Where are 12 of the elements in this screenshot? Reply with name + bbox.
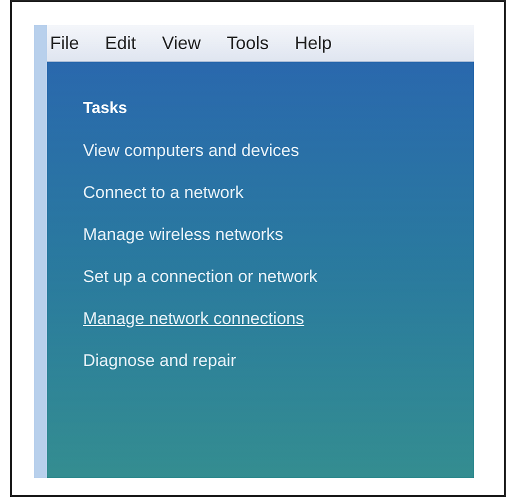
task-link[interactable]: Manage network connections	[83, 308, 304, 330]
menu-item[interactable]: Edit	[105, 34, 136, 52]
menu-item[interactable]: Help	[294, 34, 332, 52]
menu-item[interactable]: File	[50, 34, 80, 52]
tasks-heading: Tasks	[83, 99, 128, 119]
task-link[interactable]: Manage wireless networks	[83, 224, 284, 246]
menu-item[interactable]: View	[162, 34, 201, 52]
task-link[interactable]: Set up a connection or network	[83, 266, 318, 288]
task-link[interactable]: Diagnose and repair	[83, 350, 236, 372]
task-link[interactable]: View computers and devices	[83, 140, 300, 162]
menu-item[interactable]: Tools	[226, 34, 269, 52]
task-link[interactable]: Connect to a network	[83, 182, 244, 204]
